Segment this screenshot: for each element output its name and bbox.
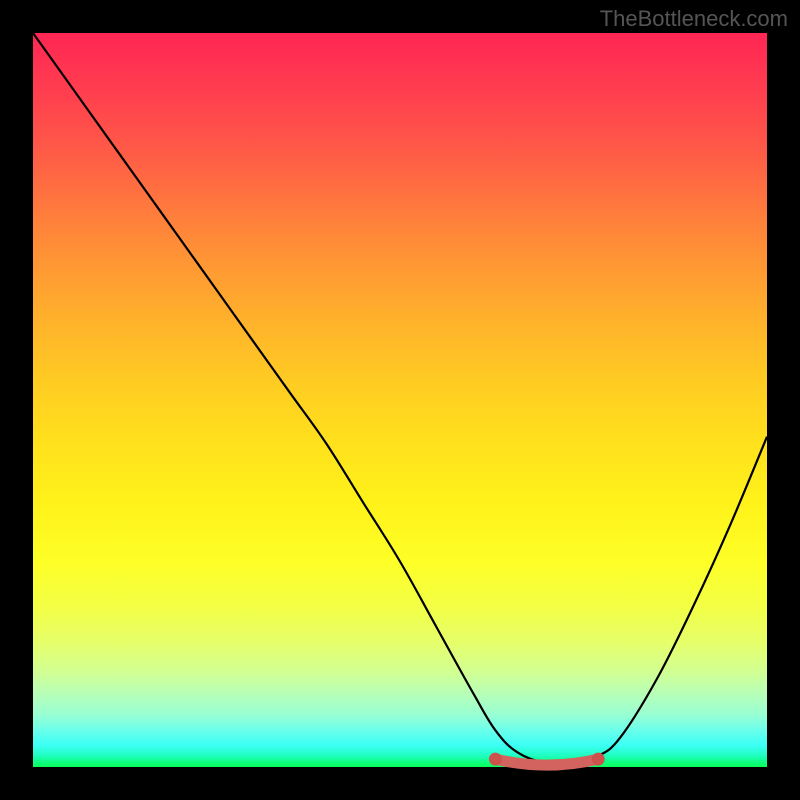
optimal-marker-dot-right: [592, 753, 605, 766]
watermark-text: TheBottleneck.com: [600, 6, 788, 32]
bottleneck-curve: [33, 33, 767, 765]
optimal-marker-dot-left: [489, 753, 502, 766]
curve-svg: [33, 33, 767, 767]
optimal-marker-line: [495, 759, 598, 765]
plot-area: [33, 33, 767, 767]
chart-container: TheBottleneck.com: [0, 0, 800, 800]
